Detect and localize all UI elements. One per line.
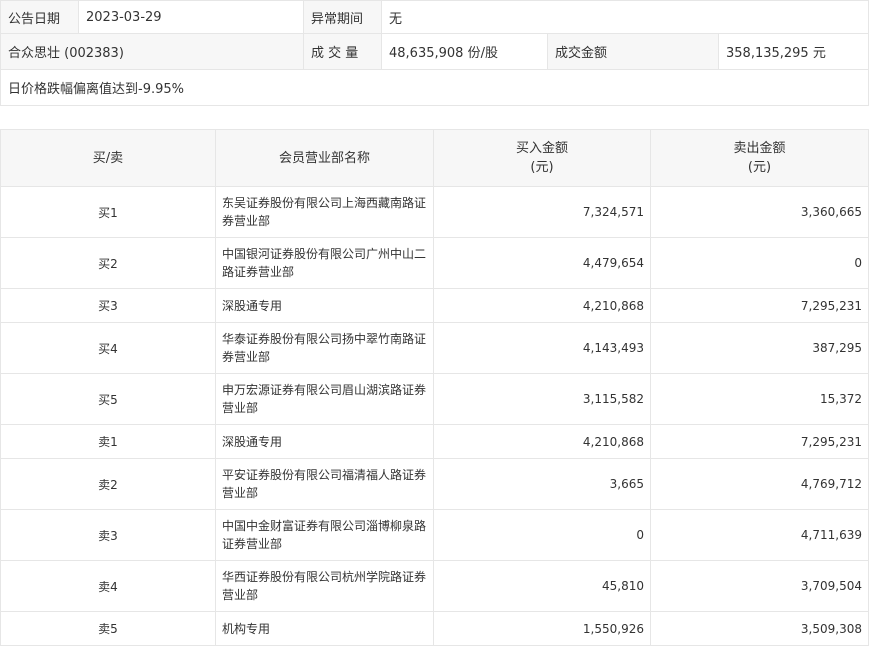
side-cell: 买2	[0, 237, 216, 289]
table-row: 买5 申万宏源证券有限公司眉山湖滨路证券营业部 3,115,582 15,372	[0, 373, 869, 425]
branch-cell: 机构专用	[215, 611, 434, 646]
buy-amount-cell: 4,479,654	[433, 237, 651, 289]
side-cell: 卖3	[0, 509, 216, 561]
summary-table: 公告日期 2023-03-29 异常期间 无 合众思壮 (002383) 成 交…	[0, 0, 870, 106]
table-row: 买2 中国银河证券股份有限公司广州中山二路证券营业部 4,479,654 0	[0, 237, 869, 289]
branch-cell: 申万宏源证券有限公司眉山湖滨路证券营业部	[215, 373, 434, 425]
side-cell: 卖1	[0, 424, 216, 459]
stock-name: 合众思壮 (002383)	[0, 33, 304, 70]
sell-amount-cell: 4,711,639	[650, 509, 869, 561]
table-row: 卖1 深股通专用 4,210,868 7,295,231	[0, 424, 869, 459]
table-row: 卖3 中国中金财富证券有限公司淄博柳泉路证券营业部 0 4,711,639	[0, 509, 869, 561]
sell-amount-cell: 15,372	[650, 373, 869, 425]
side-cell: 买5	[0, 373, 216, 425]
sell-amount-cell: 3,509,308	[650, 611, 869, 646]
buy-amount-cell: 3,115,582	[433, 373, 651, 425]
branch-cell: 深股通专用	[215, 424, 434, 459]
side-cell: 卖4	[0, 560, 216, 612]
buy-amount-cell: 4,143,493	[433, 322, 651, 374]
side-cell: 卖5	[0, 611, 216, 646]
buy-amount-cell: 0	[433, 509, 651, 561]
volume-value: 48,635,908 份/股	[381, 33, 548, 70]
buy-amount-cell: 3,665	[433, 458, 651, 510]
branch-cell: 中国银河证券股份有限公司广州中山二路证券营业部	[215, 237, 434, 289]
table-row: 卖2 平安证券股份有限公司福清福人路证券营业部 3,665 4,769,712	[0, 458, 869, 510]
branch-cell: 华泰证券股份有限公司扬中翠竹南路证券营业部	[215, 322, 434, 374]
abnormal-period-value: 无	[380, 0, 870, 34]
sell-amount-cell: 0	[650, 237, 869, 289]
side-cell: 买4	[0, 322, 216, 374]
sell-amount-cell: 3,709,504	[650, 560, 869, 612]
buy-amount-cell: 4,210,868	[433, 424, 651, 459]
branch-cell: 华西证券股份有限公司杭州学院路证券营业部	[215, 560, 434, 612]
announce-date-value: 2023-03-29	[78, 0, 304, 34]
amount-value: 358,135,295 元	[717, 33, 870, 70]
branch-cell: 平安证券股份有限公司福清福人路证券营业部	[215, 458, 434, 510]
side-cell: 卖2	[0, 458, 216, 510]
table-row: 买1 东吴证券股份有限公司上海西藏南路证券营业部 7,324,571 3,360…	[0, 186, 869, 238]
buy-amount-cell: 1,550,926	[433, 611, 651, 646]
sell-amount-cell: 387,295	[650, 322, 869, 374]
abnormal-period-label: 异常期间	[303, 0, 382, 34]
branch-cell: 东吴证券股份有限公司上海西藏南路证券营业部	[215, 186, 434, 238]
deviation-description: 日价格跌幅偏离值达到-9.95%	[0, 69, 870, 106]
side-cell: 买3	[0, 288, 216, 323]
sell-amount-cell: 7,295,231	[650, 424, 869, 459]
volume-label: 成 交 量	[303, 33, 382, 70]
buy-amount-cell: 45,810	[433, 560, 651, 612]
sell-amount-cell: 3,360,665	[650, 186, 869, 238]
trading-details-table: 买/卖 会员营业部名称 买入金额 (元) 卖出金额 (元) 买1 东吴证券股份有限公…	[0, 129, 869, 646]
buy-amount-cell: 4,210,868	[433, 288, 651, 323]
col-header-buy: 买入金额 (元)	[433, 129, 651, 187]
table-row: 卖5 机构专用 1,550,926 3,509,308	[0, 611, 869, 646]
col-header-branch: 会员营业部名称	[215, 129, 434, 187]
col-header-side: 买/卖	[0, 129, 216, 187]
table-row: 买4 华泰证券股份有限公司扬中翠竹南路证券营业部 4,143,493 387,2…	[0, 322, 869, 374]
col-header-sell: 卖出金额 (元)	[650, 129, 869, 187]
table-row: 卖4 华西证券股份有限公司杭州学院路证券营业部 45,810 3,709,504	[0, 560, 869, 612]
branch-cell: 深股通专用	[215, 288, 434, 323]
announce-date-label: 公告日期	[0, 0, 79, 34]
side-cell: 买1	[0, 186, 216, 238]
sell-amount-cell: 7,295,231	[650, 288, 869, 323]
buy-amount-cell: 7,324,571	[433, 186, 651, 238]
amount-label: 成交金额	[547, 33, 719, 70]
table-row: 买3 深股通专用 4,210,868 7,295,231	[0, 288, 869, 323]
branch-cell: 中国中金财富证券有限公司淄博柳泉路证券营业部	[215, 509, 434, 561]
sell-amount-cell: 4,769,712	[650, 458, 869, 510]
